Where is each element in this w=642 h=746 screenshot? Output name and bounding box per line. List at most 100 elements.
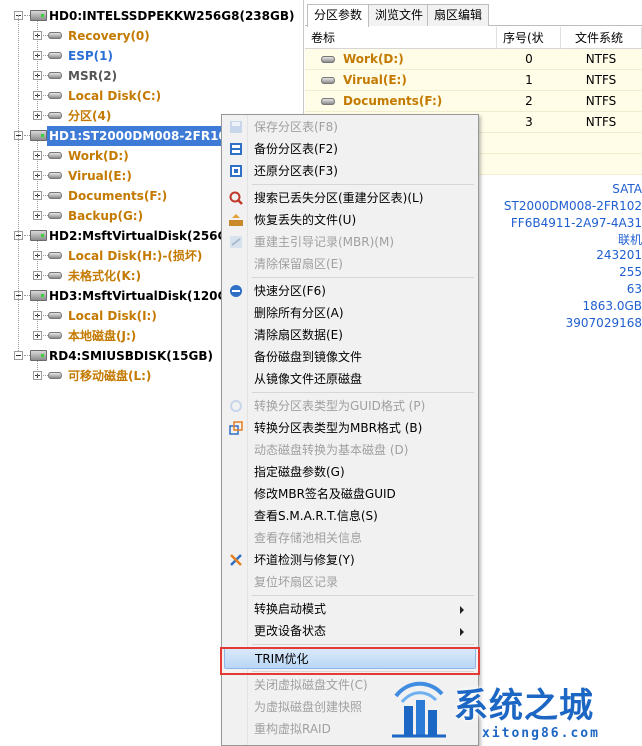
partition-icon — [48, 32, 62, 39]
cell-label-text: Work(D:) — [343, 52, 404, 66]
menu-item-10[interactable]: 备份磁盘到镜像文件 — [224, 346, 476, 368]
menu-item-14: 动态磁盘转换为基本磁盘 (D) — [224, 439, 476, 461]
hard-disk-icon — [30, 10, 47, 21]
menu-item-7[interactable]: 快速分区(F6) — [224, 280, 476, 302]
column-header-label[interactable]: 卷标 — [305, 27, 497, 49]
menu-item-20: 复位坏扇区记录 — [224, 571, 476, 593]
partition-icon — [321, 98, 335, 105]
partition-icon — [48, 212, 62, 219]
cell-fs: NTFS — [585, 52, 617, 66]
tree-disk-label[interactable]: HD0:INTELSSDPEKKW256G8(238GB) — [49, 6, 294, 26]
menu-item-18: 查看存储池相关信息 — [224, 527, 476, 549]
convert-guid-icon — [228, 398, 244, 414]
tab-browse-files[interactable]: 浏览文件 — [368, 4, 431, 26]
menu-item-13[interactable]: 转换分区表类型为MBR格式 (B) — [224, 417, 476, 439]
tree-partition-label[interactable]: Local Disk(C:) — [68, 86, 161, 106]
tree-disk-label[interactable]: HD2:MsftVirtualDisk(256GB) — [49, 226, 242, 246]
tree-branch-line — [37, 301, 38, 336]
tree-disk-label[interactable]: RD4:SMIUSBDISK(15GB) — [49, 346, 213, 366]
partition-icon — [48, 192, 62, 199]
menu-item-label: 修改MBR签名及磁盘GUID — [254, 487, 396, 501]
tab-bar: 分区参数 浏览文件 扇区编辑 — [305, 4, 642, 27]
tab-sector-edit[interactable]: 扇区编辑 — [427, 4, 490, 26]
menu-item-label: 从镜像文件还原磁盘 — [254, 372, 363, 386]
watermark-subtitle: xitong86.com — [482, 726, 600, 741]
tree-branch-line — [37, 361, 38, 376]
menu-item-1[interactable]: 备份分区表(F2) — [224, 138, 476, 160]
partition-icon — [48, 272, 62, 279]
disk-sectors: 63 — [626, 282, 642, 296]
menu-item-19[interactable]: 坏道检测与修复(Y) — [224, 549, 476, 571]
menu-item-2[interactable]: 还原分区表(F3) — [224, 160, 476, 182]
tab-partition-params[interactable]: 分区参数 — [307, 4, 370, 27]
tree-partition-label[interactable]: 本地磁盘(J:) — [68, 326, 136, 346]
cell-fs: NTFS — [585, 94, 617, 108]
menu-item-label: 复位坏扇区记录 — [254, 575, 339, 589]
tree-disk-0[interactable]: HD0:INTELSSDPEKKW256G8(238GB) — [0, 6, 304, 26]
tree-partition-label[interactable]: 分区(4) — [68, 106, 111, 126]
tree-partition-label[interactable]: Virual(E:) — [68, 166, 132, 186]
tree-disk-label[interactable]: HD3:MsftVirtualDisk(120GB) — [49, 286, 242, 306]
tree-partition-label[interactable]: MSR(2) — [68, 66, 117, 86]
tree-branch-line — [37, 241, 38, 276]
table-row[interactable]: Documents(F:) 2 NTFS — [305, 91, 642, 112]
disk-interface: SATA — [612, 182, 642, 196]
partition-icon — [321, 77, 335, 84]
menu-item-label: 恢复丢失的文件(U) — [254, 213, 357, 227]
menu-item-4[interactable]: 恢复丢失的文件(U) — [224, 209, 476, 231]
menu-separator — [252, 392, 474, 393]
cell-label: Documents(F:) — [319, 91, 442, 112]
menu-item-9[interactable]: 清除扇区数据(E) — [224, 324, 476, 346]
convert-mbr-icon — [228, 420, 244, 436]
tree-partition[interactable]: Recovery(0) — [0, 26, 304, 46]
cell-label-text: Documents(F:) — [343, 94, 443, 108]
menu-item-16[interactable]: 修改MBR签名及磁盘GUID — [224, 483, 476, 505]
menu-item-3[interactable]: 搜索已丢失分区(重建分区表)(L) — [224, 187, 476, 209]
menu-item-label: 重构虚拟RAID — [254, 722, 331, 736]
table-row[interactable]: Virual(E:) 1 NTFS — [305, 70, 642, 91]
hard-disk-icon — [30, 130, 47, 141]
column-header-fs[interactable]: 文件系统 — [561, 27, 642, 49]
menu-item-label: 指定磁盘参数(G) — [254, 465, 345, 479]
tree-partition[interactable]: MSR(2) — [0, 66, 304, 86]
menu-separator — [252, 595, 474, 596]
menu-item-11[interactable]: 从镜像文件还原磁盘 — [224, 368, 476, 390]
menu-item-21[interactable]: 转换启动模式 — [224, 598, 476, 620]
tree-partition-label[interactable]: Documents(F:) — [68, 186, 167, 206]
tree-partition[interactable]: ESP(1) — [0, 46, 304, 66]
submenu-arrow-icon — [460, 606, 464, 614]
menu-item-label: 坏道检测与修复(Y) — [254, 553, 355, 567]
tree-branch-line — [37, 21, 38, 116]
column-header-seq[interactable]: 序号(状态) — [497, 27, 561, 67]
tree-partition-label[interactable]: Local Disk(I:) — [68, 306, 157, 326]
tree-partition-label[interactable]: Recovery(0) — [68, 26, 150, 46]
menu-item-15[interactable]: 指定磁盘参数(G) — [224, 461, 476, 483]
cell-seq: 0 — [525, 52, 533, 66]
menu-item-label: 重建主引导记录(MBR)(M) — [254, 235, 395, 249]
menu-item-label: 备份分区表(F2) — [254, 142, 338, 156]
tree-partition-label[interactable]: Local Disk(H:)-(损坏) — [68, 246, 202, 266]
restore-table-icon — [228, 163, 244, 179]
menu-item-22[interactable]: 更改设备状态 — [224, 620, 476, 642]
tree-partition-label[interactable]: ESP(1) — [68, 46, 113, 66]
tree-partition-label[interactable]: 可移动磁盘(L:) — [68, 366, 151, 386]
collapse-icon[interactable] — [14, 351, 23, 360]
tree-branch-line — [37, 141, 38, 216]
table-row[interactable]: Work(D:) 0 NTFS — [305, 49, 642, 70]
partition-icon — [48, 92, 62, 99]
save-icon — [228, 119, 244, 135]
menu-item-label: 转换分区表类型为MBR格式 (B) — [254, 421, 423, 435]
disk-total-sectors: 3907029168 — [565, 316, 642, 330]
menu-item-label: 备份磁盘到镜像文件 — [254, 350, 363, 364]
tree-partition-label[interactable]: 未格式化(K:) — [68, 266, 141, 286]
partition-icon — [48, 332, 62, 339]
tree-partition-label[interactable]: Backup(G:) — [68, 206, 143, 226]
menu-item-17[interactable]: 查看S.M.A.R.T.信息(S) — [224, 505, 476, 527]
menu-item-8[interactable]: 删除所有分区(A) — [224, 302, 476, 324]
partition-icon — [48, 252, 62, 259]
tree-partition-label[interactable]: Work(D:) — [68, 146, 129, 166]
menu-item-label: 删除所有分区(A) — [254, 306, 344, 320]
tree-partition[interactable]: Local Disk(C:) — [0, 86, 304, 106]
menu-item-0: 保存分区表(F8) — [224, 116, 476, 138]
partition-icon — [48, 72, 62, 79]
